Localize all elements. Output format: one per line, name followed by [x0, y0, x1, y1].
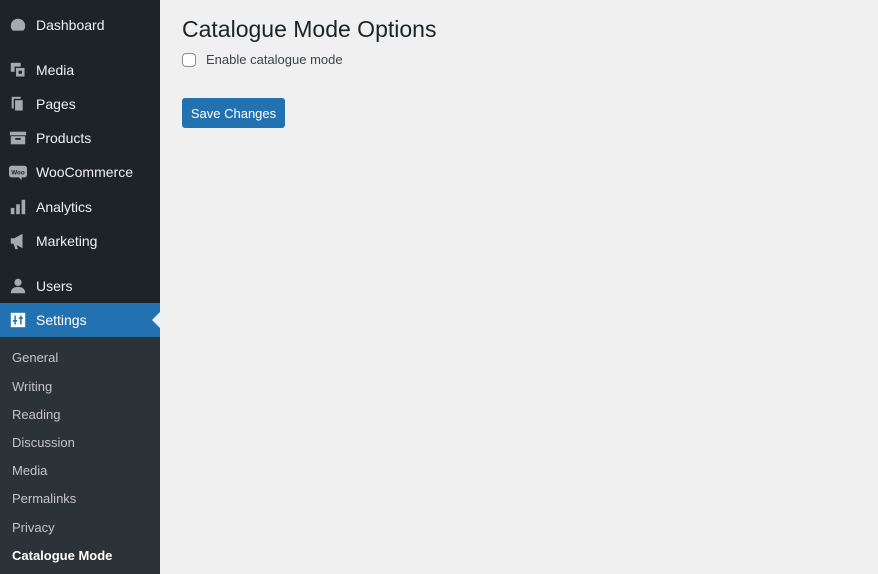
sidebar-item-label: Products [36, 130, 92, 146]
enable-catalogue-checkbox[interactable] [182, 52, 196, 67]
sidebar-item-woocommerce[interactable]: Woo WooCommerce [0, 155, 160, 189]
submenu-item-permalinks[interactable]: Permalinks [12, 490, 76, 508]
sidebar-item-label: Analytics [36, 199, 93, 215]
submenu-item-privacy[interactable]: Privacy [12, 519, 55, 537]
submenu-item-discussion[interactable]: Discussion [12, 434, 75, 452]
submenu-item-writing[interactable]: Writing [12, 378, 52, 396]
sidebar-item-products[interactable]: Products [0, 121, 160, 155]
submenu-item-media[interactable]: Media [12, 462, 47, 480]
enable-catalogue-row: Enable catalogue mode [182, 52, 343, 67]
sidebar-item-label: Settings [36, 312, 87, 328]
admin-sidebar: Dashboard Media Pages Products Woo WooCo… [0, 0, 160, 574]
submenu-item-reading[interactable]: Reading [12, 406, 60, 424]
sidebar-item-marketing[interactable]: Marketing [0, 224, 160, 258]
sidebar-item-label: Media [36, 62, 75, 78]
sidebar-item-dashboard[interactable]: Dashboard [0, 8, 160, 42]
sidebar-item-pages[interactable]: Pages [0, 87, 160, 121]
sidebar-item-label: Users [36, 278, 73, 294]
settings-icon [8, 310, 28, 330]
settings-submenu: General Writing Reading Discussion Media… [0, 337, 160, 574]
sidebar-item-analytics[interactable]: Analytics [0, 190, 160, 224]
save-changes-button[interactable]: Save Changes [182, 98, 285, 128]
submenu-item-catalogue-mode[interactable]: Catalogue Mode [12, 547, 112, 565]
sidebar-item-settings[interactable]: Settings [0, 303, 160, 337]
marketing-icon [8, 231, 28, 251]
sidebar-item-media[interactable]: Media [0, 53, 160, 87]
page-title: Catalogue Mode Options [182, 16, 437, 42]
sidebar-item-label: Pages [36, 96, 76, 112]
enable-catalogue-label[interactable]: Enable catalogue mode [206, 52, 343, 67]
dashboard-icon [8, 15, 28, 35]
sidebar-item-label: Dashboard [36, 17, 105, 33]
svg-text:Woo: Woo [11, 169, 25, 176]
sidebar-item-label: Marketing [36, 233, 98, 249]
sidebar-item-label: WooCommerce [36, 164, 133, 180]
woocommerce-icon: Woo [8, 162, 28, 182]
submenu-item-general[interactable]: General [12, 349, 58, 367]
pages-icon [8, 94, 28, 114]
products-icon [8, 128, 28, 148]
sidebar-item-users[interactable]: Users [0, 269, 160, 303]
analytics-icon [8, 197, 28, 217]
users-icon [8, 276, 28, 296]
media-icon [8, 60, 28, 80]
